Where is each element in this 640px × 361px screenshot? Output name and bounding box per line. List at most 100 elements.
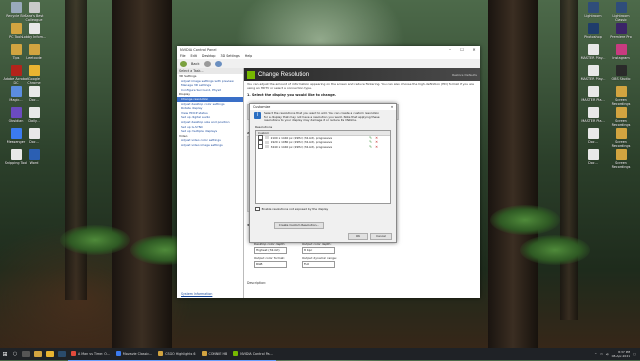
delete-icon[interactable]: ✕ [375, 136, 378, 140]
dialog-info: i Select the resolutions that you want t… [250, 110, 396, 125]
display-icon [264, 140, 269, 144]
back-label[interactable]: Back [191, 62, 200, 66]
cancel-button[interactable]: Cancel [370, 233, 392, 240]
forward-icon[interactable] [203, 60, 211, 67]
desktop-icon[interactable]: Lightroom Classic [608, 2, 634, 22]
desktop-icon[interactable]: Sara's Best Colleague Rep... [21, 2, 47, 22]
taskbar-task[interactable]: Movavie Classic... [112, 348, 156, 361]
clock[interactable]: 8:37 PM 08-Apr-2021 [612, 350, 631, 358]
restore-defaults-link[interactable]: Restore Defaults [452, 73, 477, 77]
app-icon [10, 44, 22, 55]
menu-item[interactable]: Help [245, 54, 253, 58]
notifications-icon[interactable]: ▢ [633, 352, 636, 356]
volume-icon[interactable]: ◂) [606, 352, 609, 356]
intro-text: You can adjust the amount of information… [247, 82, 474, 90]
resolution-row[interactable]: 3440 x 1440 px (29Hz) (32-bit), progress… [256, 144, 390, 150]
desktop-icon[interactable]: MASTER Pla... [580, 107, 606, 127]
desktop-icon[interactable]: Premiere Pro [608, 23, 634, 43]
edit-icon[interactable]: ✎ [369, 145, 372, 149]
desktop-icon[interactable]: Instagram [608, 44, 634, 64]
menu-item[interactable]: 3D Settings [221, 54, 240, 58]
network-icon[interactable]: ▭ [600, 352, 603, 356]
desktop-icon[interactable]: Screen Recordings [608, 128, 634, 148]
enable-resolutions-row[interactable]: Enable resolutions not exposed by the di… [250, 206, 396, 212]
clock-date: 08-Apr-2021 [611, 354, 631, 358]
desktop-icon[interactable]: Lobby Infom... [21, 23, 47, 43]
start-button-icon[interactable]: ⊞ [0, 351, 10, 358]
resolutions-list[interactable]: Custom 2100 x 1440 px (29Hz) (32-bit), p… [255, 129, 391, 204]
desktop-icon[interactable]: Doc... [21, 128, 47, 148]
dialog-title: Customize [253, 105, 271, 109]
desktop-icon[interactable]: Doc... [580, 149, 606, 169]
taskbar-task-label: Movavie Classic... [122, 351, 153, 356]
menu-item[interactable]: Desktop [202, 54, 216, 58]
delete-icon[interactable]: ✕ [375, 140, 378, 144]
task-view-icon[interactable] [22, 351, 30, 357]
resolution-checkbox[interactable] [258, 144, 263, 150]
desktop-icon[interactable]: Daily... [21, 107, 47, 127]
taskbar-task-label: CONNIE HB [208, 351, 228, 356]
desktop-icon-label: MASTER Pla... [581, 119, 605, 123]
menu-item[interactable]: File [180, 54, 186, 58]
app-icon [615, 149, 627, 160]
taskbar-task[interactable]: CSGO Highlights 6 [155, 348, 199, 361]
search-icon[interactable]: ○ [10, 351, 20, 357]
close-icon[interactable]: ✕ [388, 105, 396, 109]
desktop-icon[interactable]: Photoshop [580, 23, 606, 43]
chevron-up-icon[interactable]: ^ [595, 352, 598, 356]
taskbar-tasks: A Man vs Time: O... Movavie Classic... CSG… [68, 348, 276, 361]
desktop-icon[interactable]: Doc... [21, 86, 47, 106]
chrome-icon[interactable] [46, 351, 54, 357]
desktop-icon[interactable]: Doc... [580, 128, 606, 148]
app-icon [10, 65, 22, 76]
edit-icon[interactable]: ✎ [369, 140, 372, 144]
resolution-rows: 2100 x 1440 px (29Hz) (32-bit), progress… [256, 135, 390, 150]
desktop-color-depth-select[interactable]: Highest (32-bit) [254, 247, 287, 254]
desktop-icon[interactable]: Lightroom [580, 2, 606, 22]
task-pane: Select a Task... 3D Settings Adjust image… [177, 68, 244, 298]
minimize-icon[interactable]: – [444, 47, 456, 52]
customize-dialog[interactable]: Customize ✕ i Select the resolutions tha… [249, 103, 397, 243]
output-dynamic-range-select[interactable]: Full [302, 261, 335, 268]
taskbar: ⊞ ○ A Man vs Time: O... Movavie Classic..… [0, 348, 640, 361]
app-icon [587, 149, 599, 160]
file-explorer-icon[interactable] [34, 351, 42, 357]
tree-trunk [112, 0, 172, 348]
desktop-icon[interactable]: Screen Recordings [608, 86, 634, 106]
description-label: Description: [247, 281, 267, 285]
desktop-icon-label: Lobby Infom... [21, 35, 47, 39]
window-titlebar[interactable]: NVIDIA Control Panel – ☐ ✕ [177, 46, 480, 53]
close-icon[interactable]: ✕ [468, 47, 480, 52]
create-custom-resolution-button[interactable]: Create Custom Resolution... [274, 222, 324, 229]
maximize-icon[interactable]: ☐ [456, 47, 468, 52]
delete-icon[interactable]: ✕ [375, 145, 378, 149]
taskbar-task[interactable]: A Man vs Time: O... [68, 348, 113, 361]
desktop-icon-label: Screen Recordings [611, 98, 631, 106]
back-icon[interactable] [180, 60, 187, 67]
desktop-icon[interactable]: MASTER Play... [580, 44, 606, 64]
output-color-depth-select[interactable]: 8 bpc [302, 247, 335, 254]
desktop-icon[interactable]: Screen Recordings [608, 107, 634, 127]
enable-resolutions-checkbox[interactable] [255, 206, 260, 212]
system-information-link[interactable]: System Information [181, 292, 212, 296]
desktop-icon[interactable]: OBS Studio [608, 65, 634, 85]
desktop-icon[interactable]: Word [21, 149, 47, 169]
ok-button[interactable]: OK [348, 233, 368, 240]
tree-task-link[interactable]: Adjust video image settings [177, 143, 243, 148]
edit-icon[interactable]: ✎ [369, 136, 372, 140]
desktop-icon[interactable]: MASTER Play... [580, 65, 606, 85]
desktop-icon[interactable]: Google Chrome [21, 65, 47, 85]
app-icon [28, 65, 40, 76]
desktop-icon-label: Sara's Best Colleague Rep... [24, 14, 44, 22]
desktop-icon[interactable]: MASTER Pla... [580, 86, 606, 106]
desktop-icon[interactable]: Screen Recordings [608, 149, 634, 169]
home-icon[interactable] [214, 60, 222, 67]
desktop-icon-label: Screen Recordings [611, 161, 631, 169]
taskbar-task[interactable]: NVIDIA Control Pa... [230, 348, 276, 361]
output-color-format-select[interactable]: RGB [254, 261, 287, 268]
desktop-icon[interactable]: Leetcode [21, 44, 47, 64]
enable-resolutions-label[interactable]: Enable resolutions not exposed by the di… [262, 207, 329, 211]
taskbar-task[interactable]: CONNIE HB [198, 348, 231, 361]
steam-icon[interactable] [58, 351, 66, 357]
menu-item[interactable]: Edit [191, 54, 197, 58]
